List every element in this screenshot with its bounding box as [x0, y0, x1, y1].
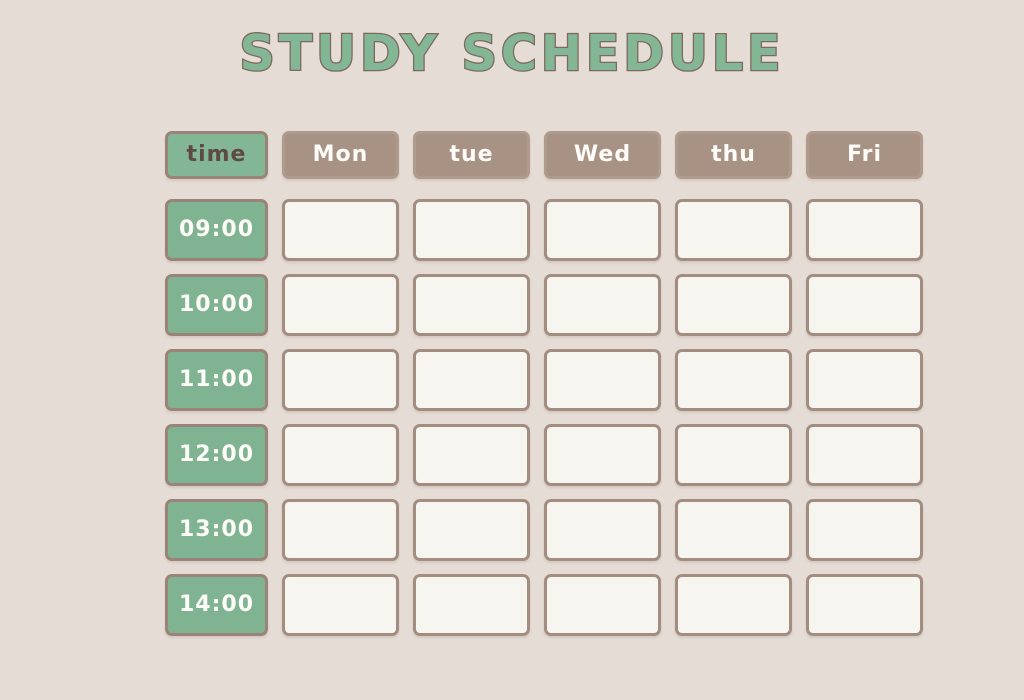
slot-thu-1300[interactable] — [675, 499, 792, 561]
slot-mon-1000[interactable] — [282, 274, 399, 336]
slot-tue-1200[interactable] — [413, 424, 530, 486]
slot-mon-1100[interactable] — [282, 349, 399, 411]
time-label-text: 12:00 — [178, 442, 255, 467]
column-header-time-label: time — [186, 142, 247, 167]
slot-wed-1400[interactable] — [544, 574, 661, 636]
column-header-tue-label: tue — [449, 142, 494, 167]
column-header-fri-label: Fri — [846, 142, 882, 167]
page-title: STUDY SCHEDULE — [238, 24, 785, 83]
slot-thu-1000[interactable] — [675, 274, 792, 336]
time-label-text: 14:00 — [178, 592, 255, 617]
table-row: 14:00 — [165, 574, 924, 636]
slot-mon-1400[interactable] — [282, 574, 399, 636]
table-row: 13:00 — [165, 499, 924, 561]
slot-fri-1200[interactable] — [806, 424, 923, 486]
column-header-time: time — [165, 131, 268, 179]
slot-tue-1300[interactable] — [413, 499, 530, 561]
slot-fri-1100[interactable] — [806, 349, 923, 411]
column-header-thu-label: thu — [711, 142, 756, 167]
column-header-wed-label: Wed — [573, 142, 632, 167]
slot-wed-1100[interactable] — [544, 349, 661, 411]
slot-thu-1400[interactable] — [675, 574, 792, 636]
time-label-1200: 12:00 — [165, 424, 268, 486]
table-row: 11:00 — [165, 349, 924, 411]
slot-fri-1000[interactable] — [806, 274, 923, 336]
time-label-1000: 10:00 — [165, 274, 268, 336]
table-row: 09:00 — [165, 199, 924, 261]
column-header-thu: thu — [675, 131, 792, 179]
slot-wed-1200[interactable] — [544, 424, 661, 486]
slot-wed-1300[interactable] — [544, 499, 661, 561]
slot-fri-1300[interactable] — [806, 499, 923, 561]
table-row: 10:00 — [165, 274, 924, 336]
slot-tue-1000[interactable] — [413, 274, 530, 336]
column-header-tue: tue — [413, 131, 530, 179]
slot-mon-1200[interactable] — [282, 424, 399, 486]
slot-wed-1000[interactable] — [544, 274, 661, 336]
slot-tue-1100[interactable] — [413, 349, 530, 411]
slot-fri-0900[interactable] — [806, 199, 923, 261]
slot-mon-1300[interactable] — [282, 499, 399, 561]
slot-thu-1100[interactable] — [675, 349, 792, 411]
slot-tue-0900[interactable] — [413, 199, 530, 261]
page-title-container: STUDY SCHEDULE — [0, 24, 1024, 83]
time-label-1100: 11:00 — [165, 349, 268, 411]
column-header-mon: Mon — [282, 131, 399, 179]
slot-mon-0900[interactable] — [282, 199, 399, 261]
slot-thu-1200[interactable] — [675, 424, 792, 486]
table-row: 12:00 — [165, 424, 924, 486]
column-header-wed: Wed — [544, 131, 661, 179]
column-header-mon-label: Mon — [312, 142, 369, 167]
slot-fri-1400[interactable] — [806, 574, 923, 636]
slot-thu-0900[interactable] — [675, 199, 792, 261]
slot-tue-1400[interactable] — [413, 574, 530, 636]
column-header-fri: Fri — [806, 131, 923, 179]
table-header-row: time Mon tue Wed thu Fri — [165, 131, 924, 179]
time-label-0900: 09:00 — [165, 199, 268, 261]
slot-wed-0900[interactable] — [544, 199, 661, 261]
time-label-text: 13:00 — [178, 517, 255, 542]
time-label-text: 10:00 — [178, 292, 255, 317]
schedule-table: time Mon tue Wed thu Fri 09:00 10:00 11:… — [165, 131, 924, 636]
time-label-text: 11:00 — [178, 367, 255, 392]
time-label-1300: 13:00 — [165, 499, 268, 561]
time-label-text: 09:00 — [178, 217, 255, 242]
time-label-1400: 14:00 — [165, 574, 268, 636]
